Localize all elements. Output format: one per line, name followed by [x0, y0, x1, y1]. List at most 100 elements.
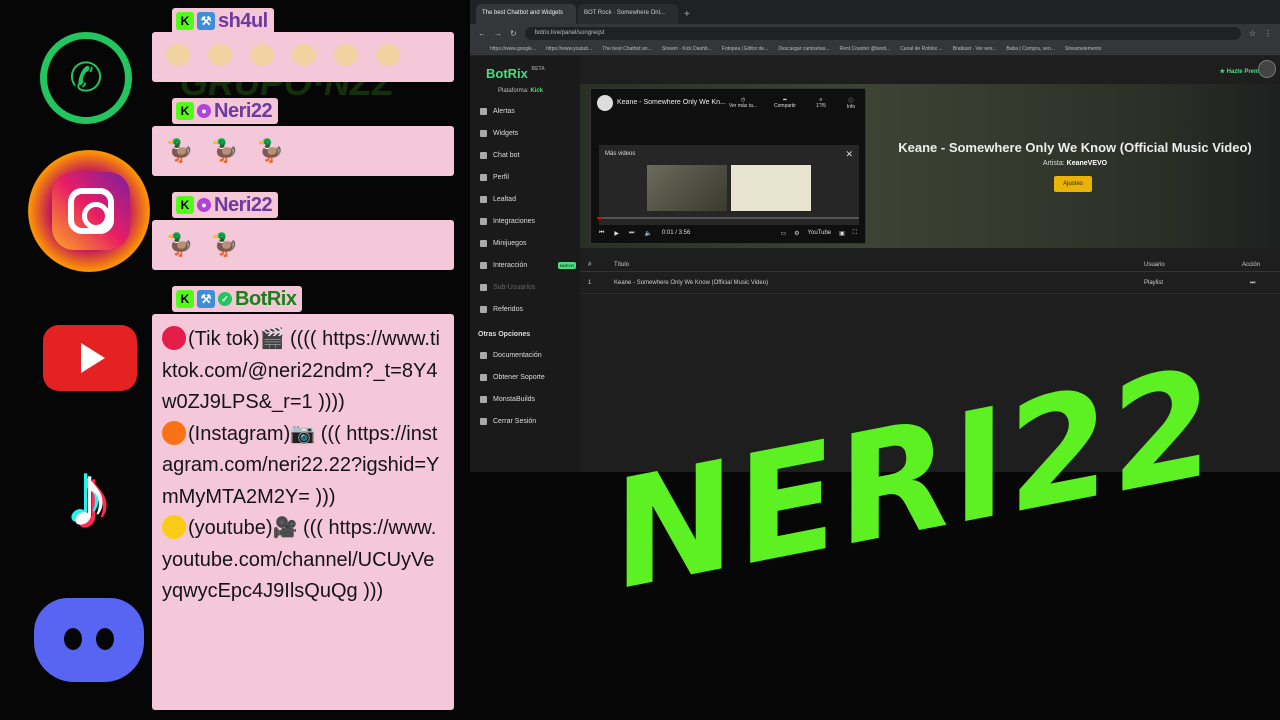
subtitles-icon[interactable]: ▭: [780, 230, 786, 237]
sidebar-item-integraciones[interactable]: Integraciones: [480, 218, 576, 225]
emote-icon: [334, 44, 358, 66]
kick-badge-icon: K: [176, 102, 194, 120]
tab-bar: The best Chatbot and Widgets BOT Rock · …: [470, 0, 1280, 24]
player-controls-right: ▭ ⚙ YouTube ▣ ⛶: [780, 230, 857, 237]
more-videos-panel: Más videos ✕: [599, 145, 859, 225]
back-icon[interactable]: ←: [478, 29, 486, 38]
chat-username: sh4ul: [218, 9, 268, 32]
bookmark[interactable]: Descargar camisetas...: [778, 46, 829, 52]
bookmark[interactable]: Rent Counter @twoit...: [840, 46, 891, 52]
chat-feed: K ⚒ sh4ul K ● Neri22 🦆 🦆 🦆 K ● Neri22 🦆 …: [152, 0, 454, 720]
reload-icon[interactable]: ↻: [510, 29, 517, 38]
kick-badge-icon: K: [176, 12, 194, 30]
table-row: 1 Keane - Somewhere Only We Know (Offici…: [580, 272, 1280, 294]
close-icon[interactable]: ✕: [845, 149, 853, 160]
more-videos-heading: Más videos: [605, 151, 636, 157]
botrix-logo[interactable]: BotRix BETA: [486, 66, 545, 81]
chat-message-botrix: (Tik tok)🎬 (((( https://www.tiktok.com/@…: [152, 314, 454, 710]
video-thumbnail[interactable]: [731, 165, 811, 211]
forward-icon[interactable]: →: [494, 29, 502, 38]
sidebar-item-widgets[interactable]: Widgets: [480, 130, 576, 137]
sidebar-item-referidos[interactable]: Referidos: [480, 306, 576, 313]
emote-icon: [208, 44, 232, 66]
youtube-player[interactable]: Keane - Somewhere Only We Kn... ◷ Ver más…: [590, 88, 866, 244]
share-button[interactable]: ➦ Compartir: [769, 97, 801, 109]
trophy-icon: [480, 196, 487, 203]
settings-button[interactable]: Ajustes: [1054, 176, 1092, 192]
sidebar-item-subusuarios[interactable]: Sub-Usuarios: [480, 284, 576, 291]
row-user: Playlist: [1144, 280, 1164, 286]
user-icon: [480, 174, 487, 181]
avatar[interactable]: [1258, 60, 1276, 78]
cast-icon[interactable]: ▣: [839, 230, 845, 237]
settings-icon[interactable]: ⚙: [794, 230, 799, 237]
chat-user-tag: K ● Neri22: [172, 98, 279, 124]
wrench-badge-icon: ⚒: [197, 290, 215, 308]
bookmark[interactable]: Canal de Roblox ...: [900, 46, 943, 52]
video-thumbnail[interactable]: [647, 165, 727, 211]
sidebar-item-alertas[interactable]: Alertas: [480, 108, 576, 115]
referral-icon: [480, 306, 487, 313]
music-icon: [480, 262, 487, 269]
verified-badge-icon: ✓: [218, 292, 232, 306]
duck-emote-icon: 🦆: [211, 138, 239, 163]
bookmark[interactable]: Bratkast · Ver wor...: [953, 46, 997, 52]
chat-message: 🦆 🦆 🦆: [152, 126, 454, 176]
clapper-icon: 🎬: [259, 328, 285, 350]
playlist-button[interactable]: ≡ 1?/5: [805, 97, 837, 109]
skip-icon[interactable]: ⏭: [1250, 280, 1255, 287]
info-button[interactable]: ⓘ Info: [835, 97, 867, 110]
new-tab-icon[interactable]: +: [680, 5, 694, 24]
emote-row: [152, 32, 454, 78]
sidebar-item-chatbot[interactable]: Chat bot: [480, 152, 576, 159]
chat-username: Neri22: [214, 193, 273, 216]
kick-badge-icon: K: [176, 290, 194, 308]
other-options-heading: Otras Opciones: [478, 331, 531, 338]
bookmarks-bar: https://www.google... https://www.youtub…: [470, 42, 1280, 56]
sidebar-item-logout[interactable]: Cerrar Sesión: [480, 418, 576, 425]
mic-badge-icon: ●: [197, 198, 211, 212]
doc-icon: [480, 352, 487, 359]
sidebar-item-perfil[interactable]: Perfil: [480, 174, 576, 181]
channel-logo: [597, 95, 613, 111]
gamepad-icon: [480, 240, 487, 247]
chat-message: [152, 32, 454, 82]
bookmark[interactable]: The best Chatbot an...: [602, 46, 651, 52]
sidebar-item-monstabuilds[interactable]: MonstaBuilds: [480, 396, 576, 403]
kick-badge-icon: K: [176, 196, 194, 214]
sidebar-item-soporte[interactable]: Obtener Soporte: [480, 374, 576, 381]
volume-icon[interactable]: 🔈: [644, 230, 651, 237]
progress-bar[interactable]: [597, 217, 859, 219]
stream-overlay: GRUPO·NZZ ✆ ♪ K ⚒ sh4ul K ● Neri22 🦆 🦆 🦆…: [0, 0, 1280, 720]
watch-later-button[interactable]: ◷ Ver más ta...: [727, 97, 759, 109]
next-icon[interactable]: ⏭: [629, 230, 634, 237]
sidebar-item-documentacion[interactable]: Documentación: [480, 352, 576, 359]
sidebar-item-minijuegos[interactable]: Minijuegos: [480, 240, 576, 247]
previous-icon[interactable]: ⏮: [599, 230, 604, 237]
bookmark[interactable]: https://www.google...: [490, 46, 536, 52]
chat-username: Neri22: [214, 99, 273, 122]
fullscreen-icon[interactable]: ⛶: [853, 230, 857, 237]
sidebar-item-lealtad[interactable]: Lealtad: [480, 196, 576, 203]
menu-icon[interactable]: ⋮: [1264, 29, 1272, 38]
youtube-logo[interactable]: YouTube: [808, 230, 832, 237]
bookmark[interactable]: Streamelements: [1065, 46, 1101, 52]
bookmark[interactable]: https://www.youtub...: [546, 46, 592, 52]
video-camera-icon: 🎥: [272, 517, 298, 539]
bookmark[interactable]: Fotopea | Editor de...: [722, 46, 769, 52]
song-title: Keane - Somewhere Only We Know (Official…: [898, 140, 1252, 155]
chat-username: BotRix: [235, 287, 297, 310]
sidebar-item-interaccion[interactable]: Interacción NUEVO: [480, 262, 576, 269]
play-icon[interactable]: ▶: [614, 230, 619, 237]
support-icon: [480, 374, 487, 381]
emote-icon: [292, 44, 316, 66]
tab-botrix[interactable]: The best Chatbot and Widgets: [476, 4, 576, 24]
star-icon[interactable]: ☆: [1249, 29, 1256, 38]
bookmark[interactable]: Stream · Kick Dashb...: [662, 46, 712, 52]
emote-row: 🦆 🦆: [152, 220, 454, 270]
orange-dot-icon: [162, 420, 186, 445]
bookmark[interactable]: Baba | Compra, ven...: [1006, 46, 1055, 52]
wrench-badge-icon: ⚒: [197, 12, 215, 30]
url-input[interactable]: botrix.live/panel/songreqst: [524, 26, 1241, 40]
tab-youtube[interactable]: BOT Rock · Somewhere Onl...: [578, 4, 678, 24]
